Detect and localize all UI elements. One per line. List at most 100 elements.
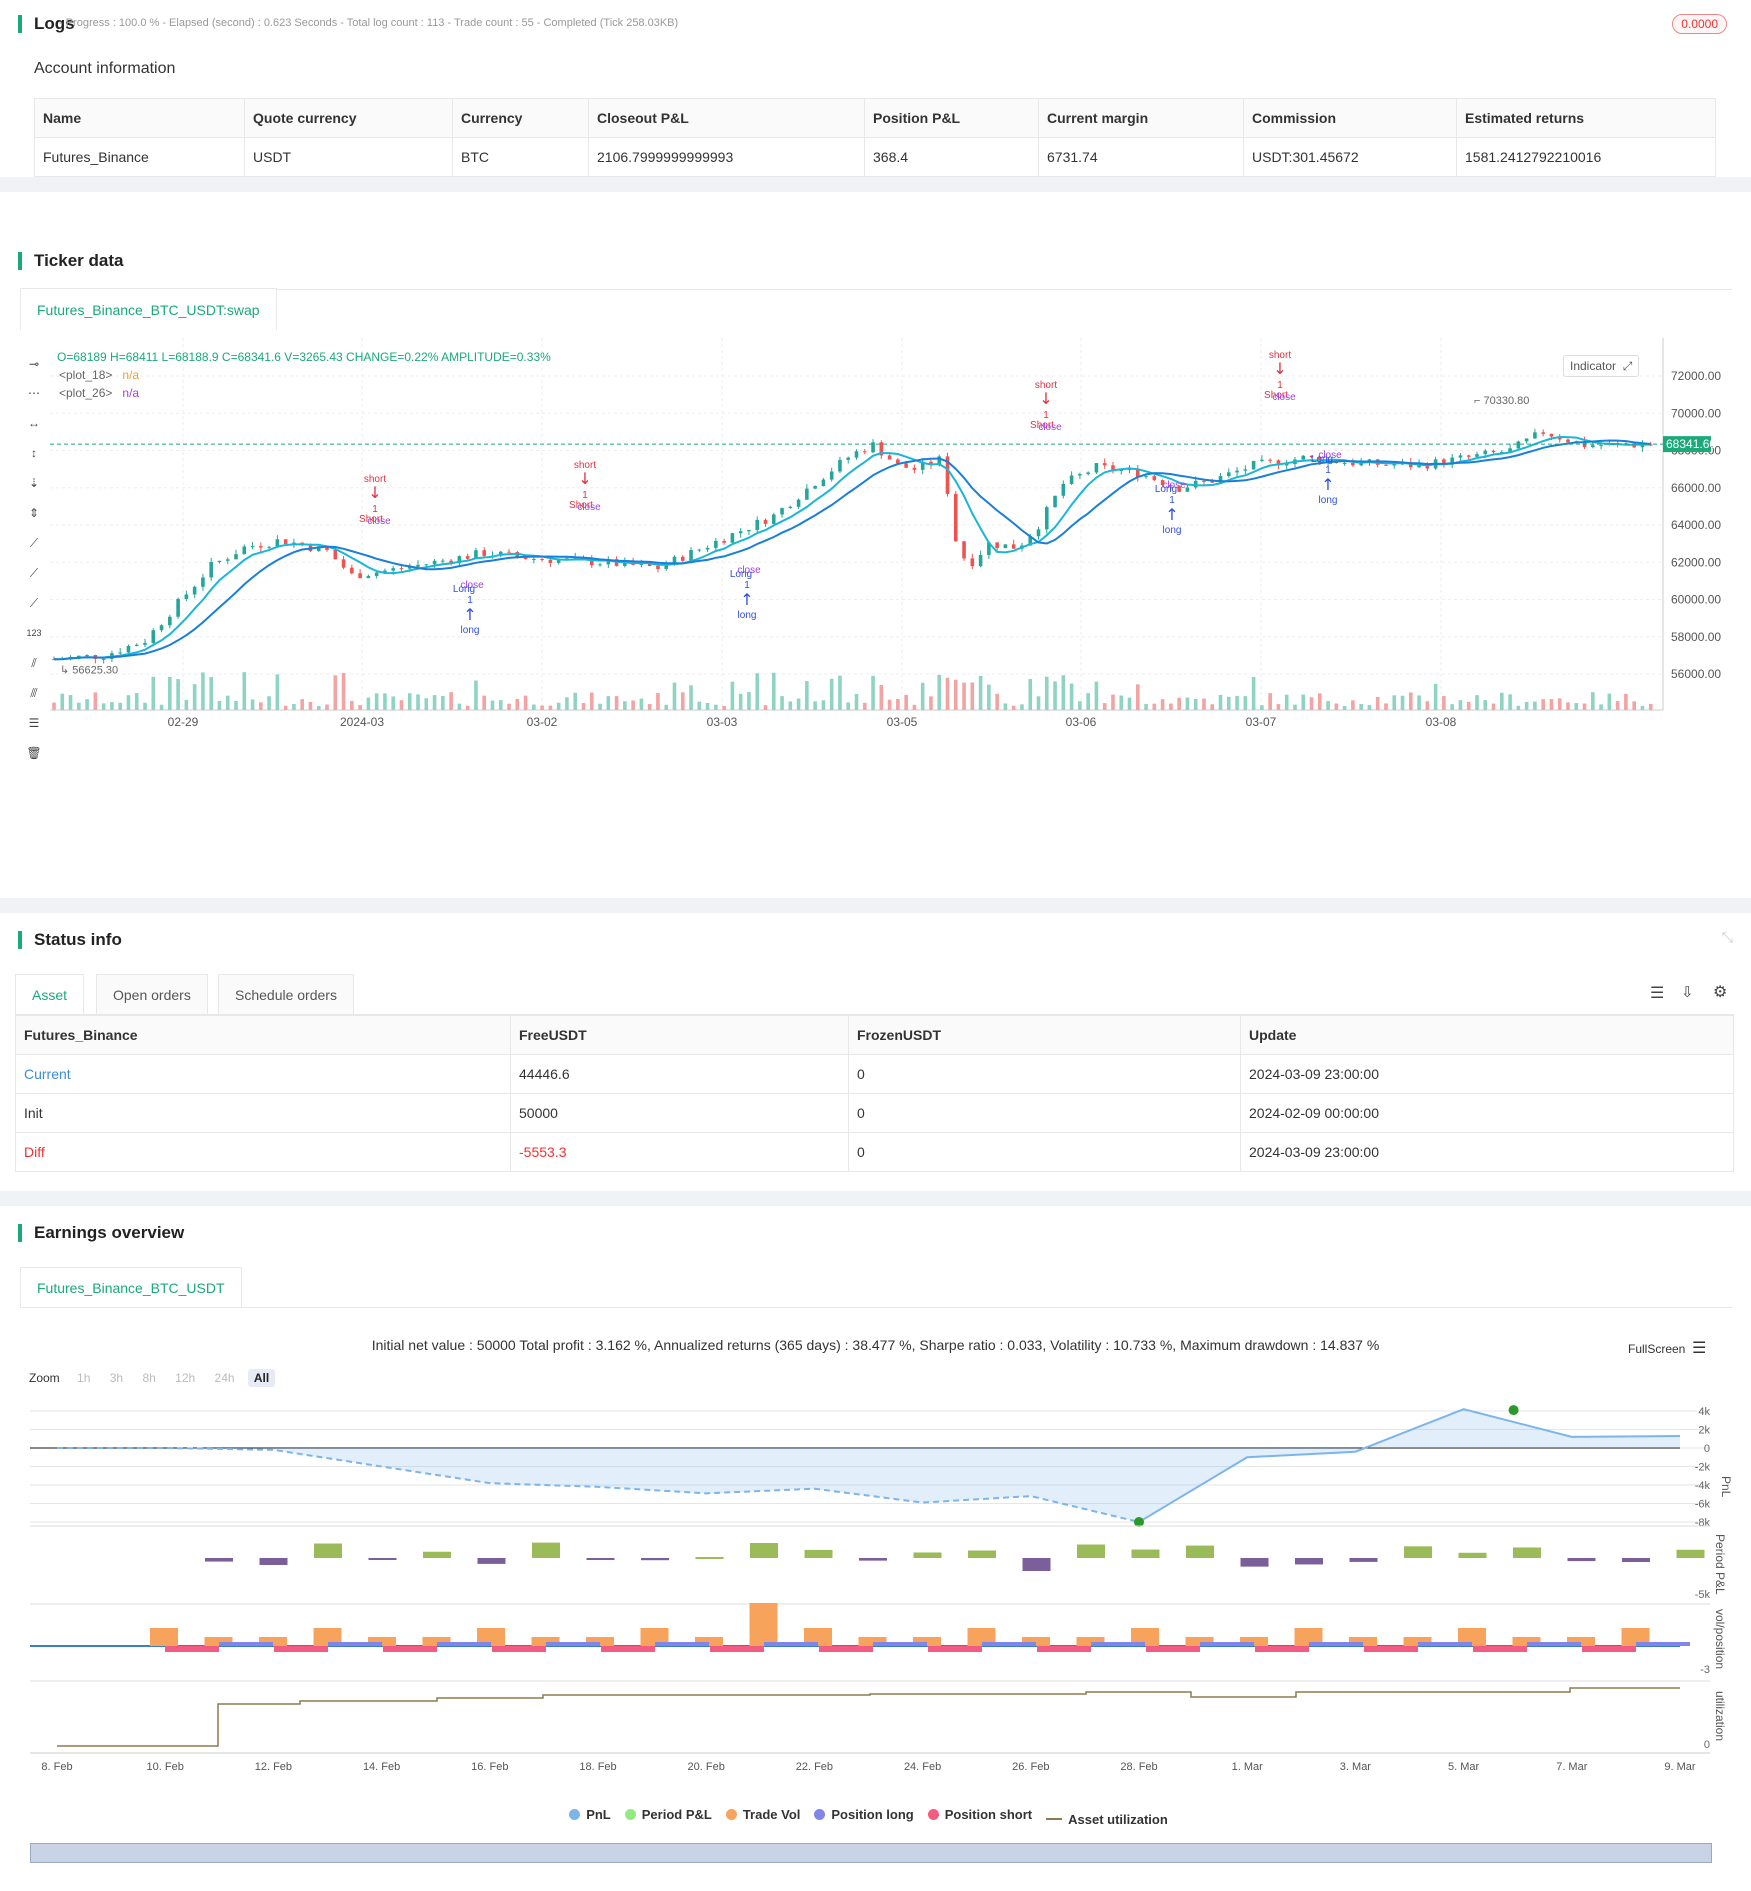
volume-bar xyxy=(532,704,536,710)
candle-body xyxy=(738,531,743,534)
fullscreen-button[interactable]: FullScreen ☰ xyxy=(1628,1338,1706,1358)
zoom-1h-button[interactable]: 1h xyxy=(71,1369,96,1387)
position-long-bar xyxy=(1091,1642,1145,1646)
horizontal-line-tool-icon[interactable]: ⊸ xyxy=(26,357,42,371)
legend-item[interactable]: Asset utilization xyxy=(1046,1812,1168,1827)
candle-body xyxy=(1053,495,1057,508)
tab-open-orders[interactable]: Open orders xyxy=(96,974,208,1014)
long-arrow-icon: ↑ xyxy=(740,590,753,609)
ma-slow-line xyxy=(53,439,1651,661)
trade-vol-bar xyxy=(749,1603,778,1646)
volume-bar xyxy=(1210,704,1215,710)
zoom-12h-button[interactable]: 12h xyxy=(169,1369,201,1387)
extended-line-tool-icon[interactable]: ↔ xyxy=(26,416,42,430)
volume-bar xyxy=(416,694,420,710)
position-short-bar xyxy=(1037,1646,1091,1652)
parallel-channel-tool-icon[interactable]: ⫽ xyxy=(26,656,42,670)
volume-bar xyxy=(1632,701,1636,710)
list-view-icon[interactable]: ☰ xyxy=(1650,983,1664,1003)
indicator-button[interactable]: Indicator ⤢ xyxy=(1563,355,1640,377)
volume-bar xyxy=(540,705,544,710)
collapse-icon[interactable]: ⤡ xyxy=(1722,929,1733,946)
volume-bar xyxy=(259,702,263,710)
tab-ticker-symbol[interactable]: Futures_Binance_BTC_USDT:swap xyxy=(20,288,277,330)
candle-body xyxy=(176,598,180,617)
legend-item[interactable]: Position short xyxy=(927,1807,1032,1822)
legend-marker-icon xyxy=(624,1809,636,1820)
legend-item[interactable]: Position long xyxy=(814,1807,914,1822)
ray-line-tool-icon[interactable]: ⟋ xyxy=(26,566,42,580)
volume-bar xyxy=(829,678,834,710)
vertical-line-tool-icon[interactable]: ↕ xyxy=(26,446,42,460)
candle-body xyxy=(391,568,396,571)
vertical-segment-tool-icon[interactable]: ⇕ xyxy=(26,506,42,520)
candle-body xyxy=(680,556,685,561)
zoom-24h-button[interactable]: 24h xyxy=(209,1369,241,1387)
candle-body xyxy=(1235,470,1239,473)
asset-header-exchange: Futures_Binance xyxy=(15,1015,511,1055)
period-pnl-bar xyxy=(859,1558,887,1561)
vertical-ray-tool-icon[interactable]: ⇣ xyxy=(26,476,42,490)
volume-bar xyxy=(1326,701,1330,710)
tab-earnings-symbol[interactable]: Futures_Binance_BTC_USDT xyxy=(20,1267,242,1307)
zoom-8h-button[interactable]: 8h xyxy=(136,1369,161,1387)
volume-bar xyxy=(672,682,677,710)
trash-icon[interactable]: 🗑 xyxy=(26,746,42,760)
candle-body xyxy=(598,564,602,566)
volume-bar xyxy=(1624,693,1628,710)
fib-levels-tool-icon[interactable]: ☰ xyxy=(26,716,42,730)
account-cell: 6731.74 xyxy=(1038,137,1244,177)
asset-header-free: FreeUSDT xyxy=(510,1015,849,1055)
ohlc-readout: O=68189 H=68411 L=68188.9 C=68341.6 V=32… xyxy=(57,350,551,364)
legend-item[interactable]: Trade Vol xyxy=(725,1807,800,1822)
long-entry-label: Long xyxy=(1311,454,1333,465)
tab-asset[interactable]: Asset xyxy=(15,974,85,1014)
volume-bar xyxy=(1069,683,1074,710)
volume-bar xyxy=(871,675,875,710)
candle-body xyxy=(151,630,156,643)
volume-bar xyxy=(1193,698,1198,710)
tab-schedule-orders[interactable]: Schedule orders xyxy=(218,974,354,1014)
fibonacci-tool-icon[interactable]: ⫻ xyxy=(26,686,42,700)
volume-bar xyxy=(1119,695,1124,710)
download-icon[interactable]: ⇩ xyxy=(1681,983,1694,1001)
menu-icon[interactable]: ☰ xyxy=(1692,1340,1706,1357)
candle-body xyxy=(1185,487,1190,492)
account-cell: 2106.7999999999993 xyxy=(588,137,865,177)
account-header-margin: Current margin xyxy=(1038,98,1244,138)
candle-body xyxy=(1251,460,1256,470)
volume-bar xyxy=(1458,700,1463,710)
volume-bar xyxy=(978,675,983,710)
legend-item[interactable]: PnL xyxy=(569,1807,611,1822)
volume-bar xyxy=(85,699,89,710)
volume-bar xyxy=(358,705,362,710)
account-table: Name Quote currency Currency Closeout P&… xyxy=(34,98,1716,177)
settings-gear-icon[interactable]: ⚙ xyxy=(1713,982,1727,1002)
period-pnl-bar xyxy=(532,1542,560,1558)
segment-tool-icon[interactable]: ⟋ xyxy=(26,596,42,610)
legend-label: Period P&L xyxy=(641,1807,712,1822)
asset-cell: 44446.6 xyxy=(510,1054,849,1094)
trend-line-tool-icon[interactable]: ⟋ xyxy=(26,536,42,550)
candle-body xyxy=(159,625,164,631)
expand-icon[interactable]: ⤢ xyxy=(1623,359,1633,373)
candle-body xyxy=(225,559,230,561)
legend-item[interactable]: Period P&L xyxy=(624,1807,712,1822)
time-tick-label: 10. Feb xyxy=(147,1761,184,1773)
zoom-bar: Zoom 1h 3h 8h 12h 24h All xyxy=(29,1369,279,1387)
candle-body xyxy=(432,560,437,565)
volume-bar xyxy=(1640,705,1645,710)
zoom-all-button[interactable]: All xyxy=(247,1369,276,1387)
horizontal-ray-tool-icon[interactable]: ⋯ xyxy=(26,386,42,400)
table-row: Init 50000 0 2024-02-09 00:00:00 xyxy=(15,1093,1734,1133)
candle-body xyxy=(763,519,768,524)
volume-bar xyxy=(52,702,56,710)
price-label-tool-icon[interactable]: 123 xyxy=(26,626,42,640)
zoom-3h-button[interactable]: 3h xyxy=(104,1369,129,1387)
position-short-bar xyxy=(1364,1646,1418,1652)
position-short-bar xyxy=(1473,1646,1527,1652)
table-row: Current 44446.6 0 2024-03-09 23:00:00 xyxy=(15,1054,1734,1094)
candlestick-chart[interactable]: 72000.0070000.0068000.0066000.0064000.00… xyxy=(0,338,1751,878)
navigator-scrollbar[interactable] xyxy=(30,1843,1712,1863)
candle-body xyxy=(962,541,966,559)
